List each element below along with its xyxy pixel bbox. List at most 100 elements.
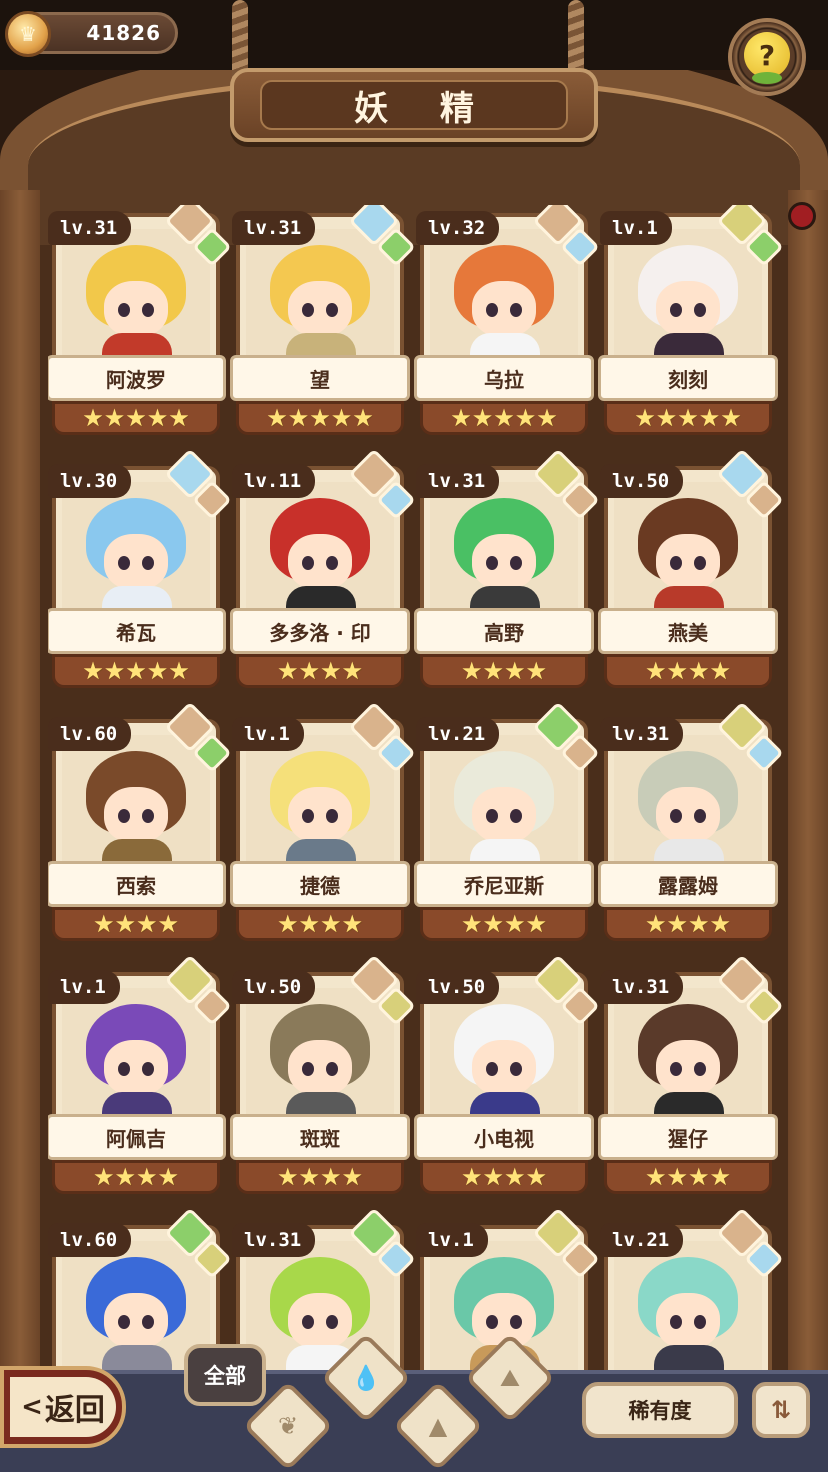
fairy-portrait [246, 229, 394, 369]
fairy-name: 高野 [484, 620, 524, 645]
filter-all-label: 全部 [204, 1364, 246, 1388]
currency-display: ♛ 41826 [5, 11, 178, 57]
level-badge: lv.31 [232, 1223, 316, 1257]
fairy-card[interactable]: lv.1 刻刻 ★★★★★ [598, 205, 784, 437]
star-icon: ★★★★ [276, 910, 364, 938]
star-icon: ★★★★★ [266, 404, 374, 432]
name-banner: 燕美 [598, 608, 778, 654]
star-icon: ★★★★ [644, 657, 732, 685]
star-icon: ★★★★★ [450, 404, 558, 432]
fairy-face [104, 534, 168, 590]
fairy-card-grid: lv.31 阿波罗 ★★★★★ lv.31 望 ★★★★★ lv.32 乌拉 ★★★★★ lv.1… [48, 205, 784, 1370]
scroll-ladybug-icon[interactable] [788, 202, 816, 230]
fairy-portrait [62, 482, 210, 622]
right-pillar [788, 190, 828, 1370]
star-rating: ★★★★ [52, 907, 220, 941]
fairy-name: 阿佩吉 [106, 1126, 166, 1151]
fairy-face [472, 281, 536, 337]
fairy-portrait [246, 482, 394, 622]
level-badge: lv.50 [232, 970, 316, 1004]
fairy-face [288, 1293, 352, 1349]
fairy-portrait [246, 988, 394, 1128]
star-rating: ★★★★ [420, 907, 588, 941]
fairy-card[interactable]: lv.50 燕美 ★★★★ [598, 448, 784, 690]
fairy-name: 乌拉 [484, 367, 524, 392]
star-icon: ★★★★★ [634, 404, 742, 432]
fairy-face [656, 281, 720, 337]
fairy-card[interactable]: lv.31 望 ★★★★★ [230, 205, 416, 437]
fairy-face [288, 1040, 352, 1096]
fairy-name: 燕美 [668, 620, 708, 645]
fairy-portrait [614, 482, 762, 622]
level-badge: lv.21 [600, 1223, 684, 1257]
fairy-card[interactable]: lv.21 乔尼亚斯 ★★★★ [414, 701, 600, 943]
fairy-card[interactable]: lv.31 猩仔 ★★★★ [598, 954, 784, 1196]
fairy-face [472, 534, 536, 590]
star-icon: ★★★★ [276, 657, 364, 685]
fairy-face [288, 281, 352, 337]
sort-rarity-button[interactable]: 稀有度 [582, 1382, 738, 1438]
star-icon: ★★★★ [460, 1163, 548, 1191]
sprout-icon [752, 72, 782, 84]
name-banner: 乔尼亚斯 [414, 861, 594, 907]
fairy-card[interactable]: lv.50 小电视 ★★★★ [414, 954, 600, 1196]
star-rating: ★★★★ [604, 907, 772, 941]
fairy-card[interactable]: lv.21 [600, 1207, 784, 1370]
fairy-card[interactable]: lv.1 捷德 ★★★★ [230, 701, 416, 943]
name-banner: 捷德 [230, 861, 410, 907]
fairy-card[interactable]: lv.31 阿波罗 ★★★★★ [48, 205, 232, 437]
fairy-card[interactable]: lv.30 希瓦 ★★★★★ [48, 448, 232, 690]
level-badge: lv.32 [416, 211, 500, 245]
fairy-face [656, 787, 720, 843]
fairy-card[interactable]: lv.31 高野 ★★★★ [414, 448, 600, 690]
level-badge: lv.50 [600, 464, 684, 498]
star-icon: ★★★★ [460, 657, 548, 685]
name-banner: 西索 [48, 861, 226, 907]
help-button[interactable]: ? [728, 18, 806, 96]
back-button[interactable]: < 返回 [0, 1366, 126, 1448]
star-icon: ★★★★ [644, 910, 732, 938]
fairy-face [104, 281, 168, 337]
level-badge: lv.31 [600, 970, 684, 1004]
fairy-face [288, 787, 352, 843]
fairy-card[interactable]: lv.31 露露姆 ★★★★ [598, 701, 784, 943]
level-badge: lv.1 [232, 717, 304, 751]
star-icon: ★★★★ [460, 910, 548, 938]
star-rating: ★★★★★ [52, 401, 220, 435]
fairy-name: 刻刻 [668, 367, 708, 392]
fairy-portrait [62, 735, 210, 875]
fairy-face [104, 1040, 168, 1096]
name-banner: 望 [230, 355, 410, 401]
sort-rarity-label: 稀有度 [628, 1399, 692, 1423]
name-banner: 刻刻 [598, 355, 778, 401]
star-icon: ★★★★ [644, 1163, 732, 1191]
star-icon: ★★★★ [92, 1163, 180, 1191]
level-badge: lv.31 [48, 211, 132, 245]
sort-order-button[interactable]: ⇅ [752, 1382, 810, 1438]
level-badge: lv.31 [416, 464, 500, 498]
name-banner: 猩仔 [598, 1114, 778, 1160]
filter-all-button[interactable]: 全部 [184, 1344, 266, 1406]
fairy-portrait [614, 229, 762, 369]
fairy-card[interactable]: lv.11 多多洛 · 印 ★★★★ [230, 448, 416, 690]
star-rating: ★★★★ [236, 907, 404, 941]
fairy-name: 捷德 [300, 873, 340, 898]
name-banner: 高野 [414, 608, 594, 654]
star-rating: ★★★★★ [604, 401, 772, 435]
level-badge: lv.1 [416, 1223, 488, 1257]
fairy-card[interactable]: lv.50 斑斑 ★★★★ [230, 954, 416, 1196]
star-icon: ★★★★★ [82, 404, 190, 432]
level-badge: lv.21 [416, 717, 500, 751]
level-badge: lv.31 [600, 717, 684, 751]
fairy-portrait [62, 988, 210, 1128]
fairy-portrait [62, 229, 210, 369]
fairy-card[interactable]: lv.32 乌拉 ★★★★★ [414, 205, 600, 437]
fairy-card[interactable]: lv.1 阿佩吉 ★★★★ [48, 954, 232, 1196]
fairy-card[interactable]: lv.60 西索 ★★★★ [48, 701, 232, 943]
fairy-body [102, 1345, 172, 1370]
name-banner: 小电视 [414, 1114, 594, 1160]
level-badge: lv.60 [48, 717, 132, 751]
fairy-name: 望 [310, 367, 330, 392]
level-badge: lv.1 [600, 211, 672, 245]
sprout-icon: ❦ [277, 1412, 299, 1440]
